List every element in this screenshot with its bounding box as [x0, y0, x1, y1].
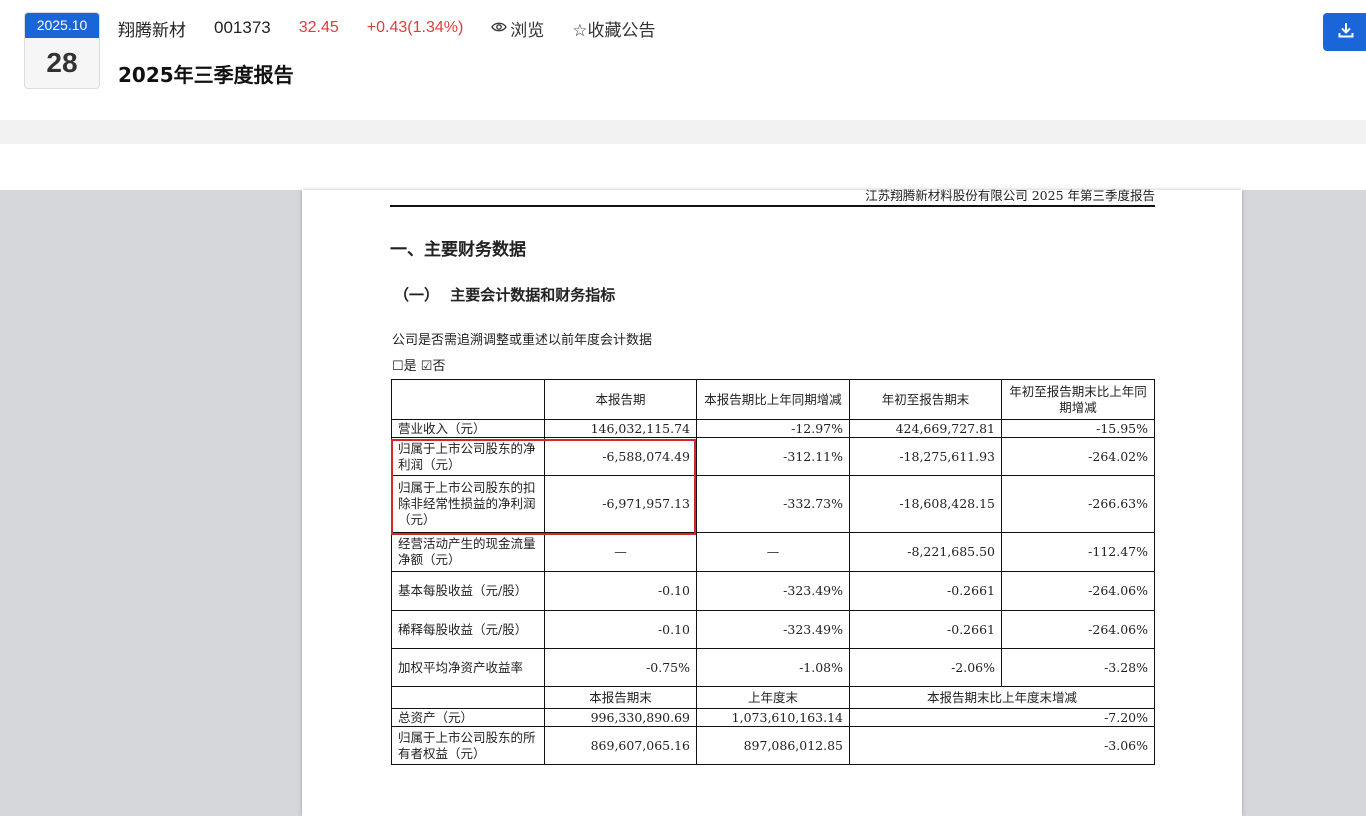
- row-label: 稀释每股收益（元/股）: [391, 610, 545, 649]
- report-title: 2025年三季度报告: [118, 63, 294, 87]
- table-row: 营业收入（元） 146,032,115.74 -12.97% 424,669,727.…: [391, 419, 1155, 438]
- running-head: 江苏翔腾新材料股份有限公司 2025 年第三季度报告: [390, 189, 1155, 207]
- row-label: 基本每股收益（元/股）: [391, 571, 545, 611]
- table-header-cell: 年初至报告期末: [849, 379, 1002, 420]
- table-cell: -112.47%: [1001, 532, 1155, 572]
- subsection-heading: （一） 主要会计数据和财务指标: [394, 286, 616, 304]
- table-cell: 1,073,610,163.14: [696, 708, 850, 727]
- date-year-month: 2025.10: [25, 13, 99, 38]
- row-label: 归属于上市公司股东的净利润（元）: [391, 437, 545, 476]
- pdf-viewer[interactable]: 江苏翔腾新材料股份有限公司 2025 年第三季度报告 一、主要财务数据 （一） …: [0, 189, 1366, 816]
- table-row: 归属于上市公司股东的所有者权益（元） 869,607,065.16 897,086,…: [391, 726, 1155, 765]
- download-icon: [1337, 21, 1355, 43]
- date-badge: 2025.10 28: [24, 12, 100, 89]
- table-row: 归属于上市公司股东的净利润（元） -6,588,074.49 -312.11% -18…: [391, 437, 1155, 476]
- table-cell: —: [544, 532, 697, 572]
- table-cell: -15.95%: [1001, 419, 1155, 438]
- table-row: 加权平均净资产收益率 -0.75% -1.08% -2.06% -3.28%: [391, 648, 1155, 687]
- table-cell: -0.2661: [849, 610, 1002, 649]
- row-label: 经营活动产生的现金流量净额（元）: [391, 532, 545, 572]
- table-cell: -3.06%: [849, 726, 1155, 765]
- announcement-header: 2025.10 28 翔腾新材 001373 32.45 +0.43(1.34%…: [0, 0, 1366, 120]
- table-row: 稀释每股收益（元/股） -0.10 -323.49% -0.2661 -264.06%: [391, 610, 1155, 649]
- row-label: 总资产（元）: [391, 708, 545, 727]
- table-cell: 424,669,727.81: [849, 419, 1002, 438]
- table-header-cell: 本报告期: [544, 379, 697, 420]
- table-cell: -2.06%: [849, 648, 1002, 687]
- table-cell: -323.49%: [696, 610, 850, 649]
- stock-price: 32.45: [298, 19, 339, 36]
- table-cell: -6,971,957.13: [544, 475, 697, 533]
- row-label: 归属于上市公司股东的所有者权益（元）: [391, 726, 545, 765]
- favorite-label: ☆收藏公告: [572, 20, 656, 41]
- table-cell: -0.10: [544, 610, 697, 649]
- table-cell: -0.10: [544, 571, 697, 611]
- browse-link[interactable]: 浏览: [491, 16, 544, 41]
- table-cell: -0.75%: [544, 648, 697, 687]
- favorite-link[interactable]: ☆收藏公告: [572, 16, 655, 41]
- table-cell: -1.08%: [696, 648, 850, 687]
- table-cell: -18,608,428.15: [849, 475, 1002, 533]
- table-cell: -18,275,611.93: [849, 437, 1002, 476]
- table-cell: -0.2661: [849, 571, 1002, 611]
- section-heading: 一、主要财务数据: [390, 240, 526, 260]
- table-header-cell: [391, 379, 545, 420]
- browse-label: 浏览: [510, 20, 545, 41]
- table-row: 基本每股收益（元/股） -0.10 -323.49% -0.2661 -264.06%: [391, 571, 1155, 611]
- table-header-cell: 本报告期比上年同期增减: [696, 379, 850, 420]
- table-cell: -8,221,685.50: [849, 532, 1002, 572]
- table-cell: 996,330,890.69: [544, 708, 697, 727]
- stock-info-row: 翔腾新材 001373 32.45 +0.43(1.34%) 浏览 ☆收藏公告: [118, 15, 684, 41]
- date-day: 28: [46, 47, 78, 78]
- table-header-cell: 本报告期末比上年度末增减: [849, 686, 1155, 709]
- stock-name[interactable]: 翔腾新材: [118, 16, 186, 41]
- table-cell: -266.63%: [1001, 475, 1155, 533]
- table-cell: —: [696, 532, 850, 572]
- table-cell: -264.06%: [1001, 610, 1155, 649]
- download-button[interactable]: [1323, 13, 1366, 51]
- table-cell: -332.73%: [696, 475, 850, 533]
- eye-icon: [491, 19, 508, 37]
- table-cell: 869,607,065.16: [544, 726, 697, 765]
- row-label: 营业收入（元）: [391, 419, 545, 438]
- table-row: 经营活动产生的现金流量净额（元） — — -8,221,685.50 -112.47%: [391, 532, 1155, 572]
- table-cell: -12.97%: [696, 419, 850, 438]
- table-cell: -264.02%: [1001, 437, 1155, 476]
- table-cell: -7.20%: [849, 708, 1155, 727]
- table-header-row: 本报告期末 上年度末 本报告期末比上年度末增减: [391, 686, 1155, 709]
- table-header-cell: 年初至报告期末比上年同期增减: [1001, 379, 1155, 420]
- table-cell: -323.49%: [696, 571, 850, 611]
- table-cell: 146,032,115.74: [544, 419, 697, 438]
- table-cell: -6,588,074.49: [544, 437, 697, 476]
- restatement-answer: ☐是 ☑否: [392, 359, 446, 374]
- table-cell: -3.28%: [1001, 648, 1155, 687]
- row-label: 归属于上市公司股东的扣除非经常性损益的净利润（元）: [391, 475, 545, 533]
- table-cell: -264.06%: [1001, 571, 1155, 611]
- table-row: 总资产（元） 996,330,890.69 1,073,610,163.14 -7.2…: [391, 708, 1155, 727]
- pdf-page: 江苏翔腾新材料股份有限公司 2025 年第三季度报告 一、主要财务数据 （一） …: [302, 189, 1242, 816]
- table-header-cell: [391, 686, 545, 709]
- table-row: 归属于上市公司股东的扣除非经常性损益的净利润（元） -6,971,957.13 -3…: [391, 475, 1155, 533]
- restatement-question: 公司是否需追溯调整或重述以前年度会计数据: [392, 333, 653, 348]
- table-header-row: 本报告期 本报告期比上年同期增减 年初至报告期末 年初至报告期末比上年同期增减: [391, 379, 1155, 420]
- row-label: 加权平均净资产收益率: [391, 648, 545, 687]
- stock-change: +0.43(1.34%): [366, 19, 464, 36]
- table-header-cell: 上年度末: [696, 686, 850, 709]
- separator-strip: [0, 120, 1366, 144]
- table-cell: -312.11%: [696, 437, 850, 476]
- table-header-cell: 本报告期末: [544, 686, 697, 709]
- stock-code[interactable]: 001373: [214, 18, 271, 38]
- table-cell: 897,086,012.85: [696, 726, 850, 765]
- financial-data-table: 本报告期 本报告期比上年同期增减 年初至报告期末 年初至报告期末比上年同期增减 营业收入…: [391, 379, 1155, 765]
